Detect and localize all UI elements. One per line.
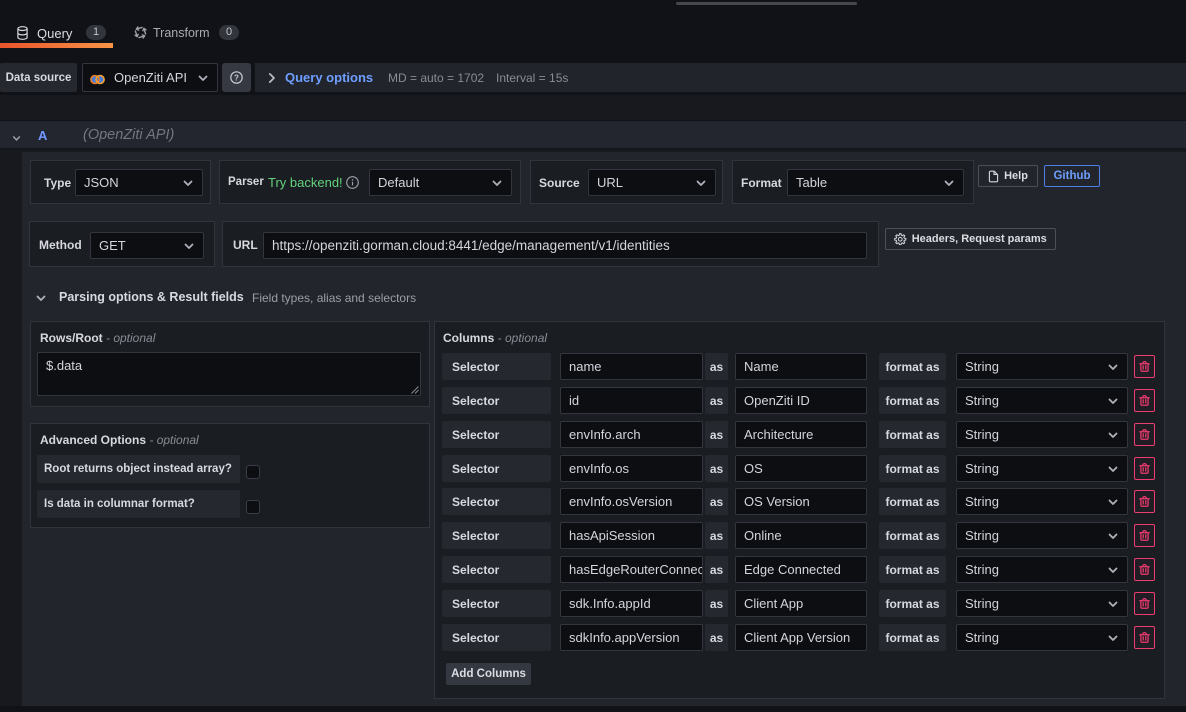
svg-text:?: ? [234,73,239,82]
